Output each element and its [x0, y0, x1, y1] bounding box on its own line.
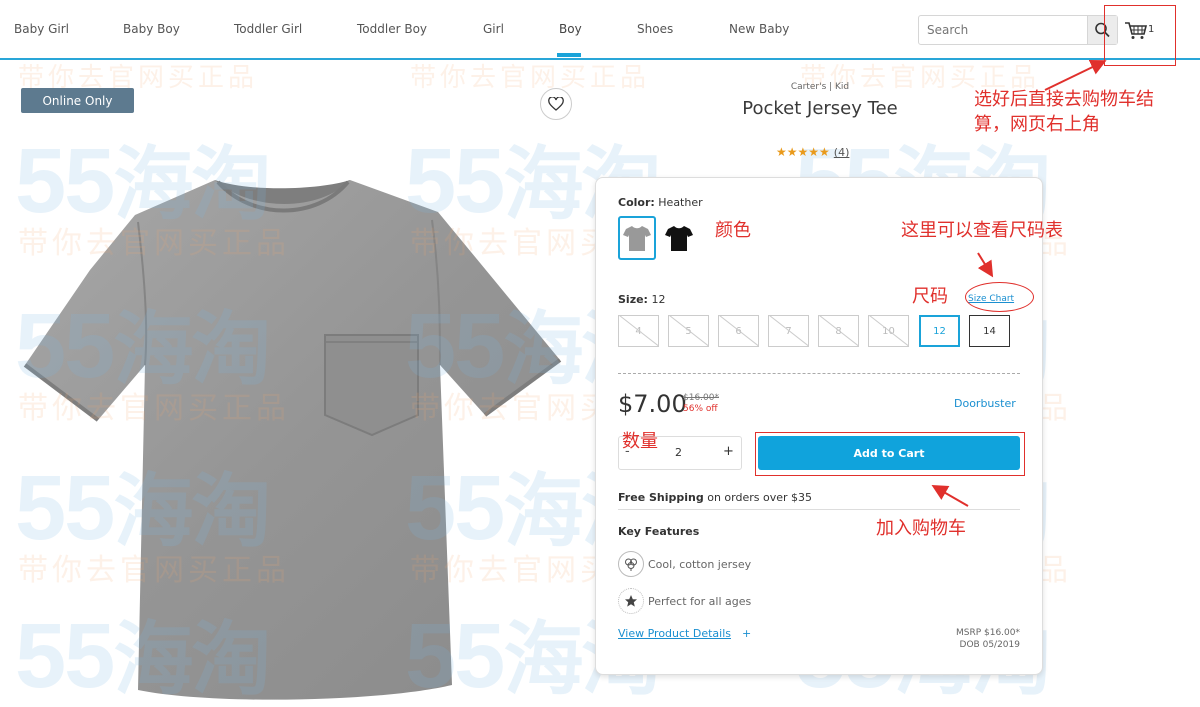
free-shipping: Free Shipping: [618, 491, 704, 504]
nav-toddler-boy[interactable]: Toddler Boy: [357, 22, 427, 36]
active-tab-indicator: [557, 53, 581, 57]
doorbuster-link[interactable]: Doorbuster: [954, 397, 1016, 410]
feature-text: Perfect for all ages: [648, 594, 752, 608]
nav-toddler-girl[interactable]: Toddler Girl: [234, 22, 302, 36]
arrow-to-cart: [1044, 60, 1107, 91]
size-value: 12: [651, 293, 666, 306]
feature-text: Cool, cotton jersey: [648, 557, 752, 571]
nav-baby-girl[interactable]: Baby Girl: [14, 22, 69, 36]
size-label: Size: 12: [618, 293, 666, 306]
annotation-color: 颜色: [715, 220, 751, 241]
feature-item: Cool, cotton jersey: [618, 551, 751, 577]
heart-icon: [548, 97, 564, 111]
wishlist-button[interactable]: [540, 88, 572, 120]
nav-girl[interactable]: Girl: [483, 22, 504, 36]
star-badge-icon: [618, 588, 644, 614]
msrp-price: MSRP $16.00*: [955, 628, 1020, 638]
nav-baby-boy[interactable]: Baby Boy: [123, 22, 180, 36]
rating-stars: ★★★★★: [776, 145, 830, 159]
black-shirt-swatch-icon: [665, 226, 693, 251]
online-only-badge: Online Only: [21, 88, 134, 113]
view-product-details-link[interactable]: View Product Details: [618, 627, 731, 640]
product-card: Color: Heather Size: 12 Size Chart 4 5 6…: [595, 177, 1043, 675]
annotation-size-chart: 这里可以查看尺码表: [901, 220, 1063, 241]
cart-highlight-box: [1104, 5, 1176, 66]
key-features-title: Key Features: [618, 525, 700, 538]
divider: [618, 509, 1020, 510]
annotation-quantity: 数量: [622, 431, 658, 452]
feature-item: Perfect for all ages: [618, 588, 751, 614]
gray-shirt-swatch-icon: [623, 226, 651, 251]
size-14[interactable]: 14: [969, 315, 1010, 347]
size-10: 10: [868, 315, 909, 347]
nav-boy[interactable]: Boy: [559, 22, 582, 36]
color-label: Color: Heather: [618, 196, 703, 209]
size-4: 4: [618, 315, 659, 347]
sale-price: $7.00: [618, 390, 687, 418]
product-brand: Carter's | Kid: [790, 82, 850, 92]
nav-shoes[interactable]: Shoes: [637, 22, 673, 36]
search-box: [918, 15, 1118, 45]
product-image: [20, 130, 580, 707]
product-title: Pocket Jersey Tee: [742, 98, 898, 119]
divider: [618, 373, 1020, 374]
swatch-heather[interactable]: [618, 216, 656, 260]
shipping-info: Free Shipping on orders over $35: [618, 491, 812, 504]
add-to-cart-highlight: [755, 432, 1025, 476]
qty-value[interactable]: 2: [675, 446, 682, 459]
expand-details-icon[interactable]: +: [742, 627, 751, 640]
original-price: $16.00*: [683, 393, 719, 403]
cotton-icon: [618, 551, 644, 577]
review-count[interactable]: (4): [834, 146, 850, 159]
msrp-info: MSRP $16.00* DOB 05/2019: [916, 627, 1020, 651]
discount-percent: 56% off: [683, 404, 718, 414]
swatch-black[interactable]: [660, 216, 698, 260]
size-8: 8: [818, 315, 859, 347]
top-nav: Baby Girl Baby Boy Toddler Girl Toddler …: [0, 0, 1200, 60]
size-7: 7: [768, 315, 809, 347]
size-5: 5: [668, 315, 709, 347]
size-12[interactable]: 12: [919, 315, 960, 347]
annotation-add-to-cart: 加入购物车: [876, 518, 966, 539]
dob-date: DOB 05/2019: [959, 640, 1020, 650]
annotation-size: 尺码: [912, 286, 948, 307]
search-input[interactable]: [919, 16, 1089, 44]
annotation-cart-note: 选好后直接去购物车结算，网页右上角: [974, 89, 1154, 135]
nav-new-baby[interactable]: New Baby: [729, 22, 789, 36]
product-rating[interactable]: ★★★★★ (4): [776, 145, 849, 159]
watermark-slogan: 带你去官网买正品: [410, 63, 651, 93]
size-chart-highlight: [965, 282, 1034, 312]
shipping-threshold: on orders over $35: [703, 491, 813, 504]
size-6: 6: [718, 315, 759, 347]
qty-increase-button[interactable]: +: [723, 444, 734, 459]
color-value: Heather: [658, 196, 703, 209]
